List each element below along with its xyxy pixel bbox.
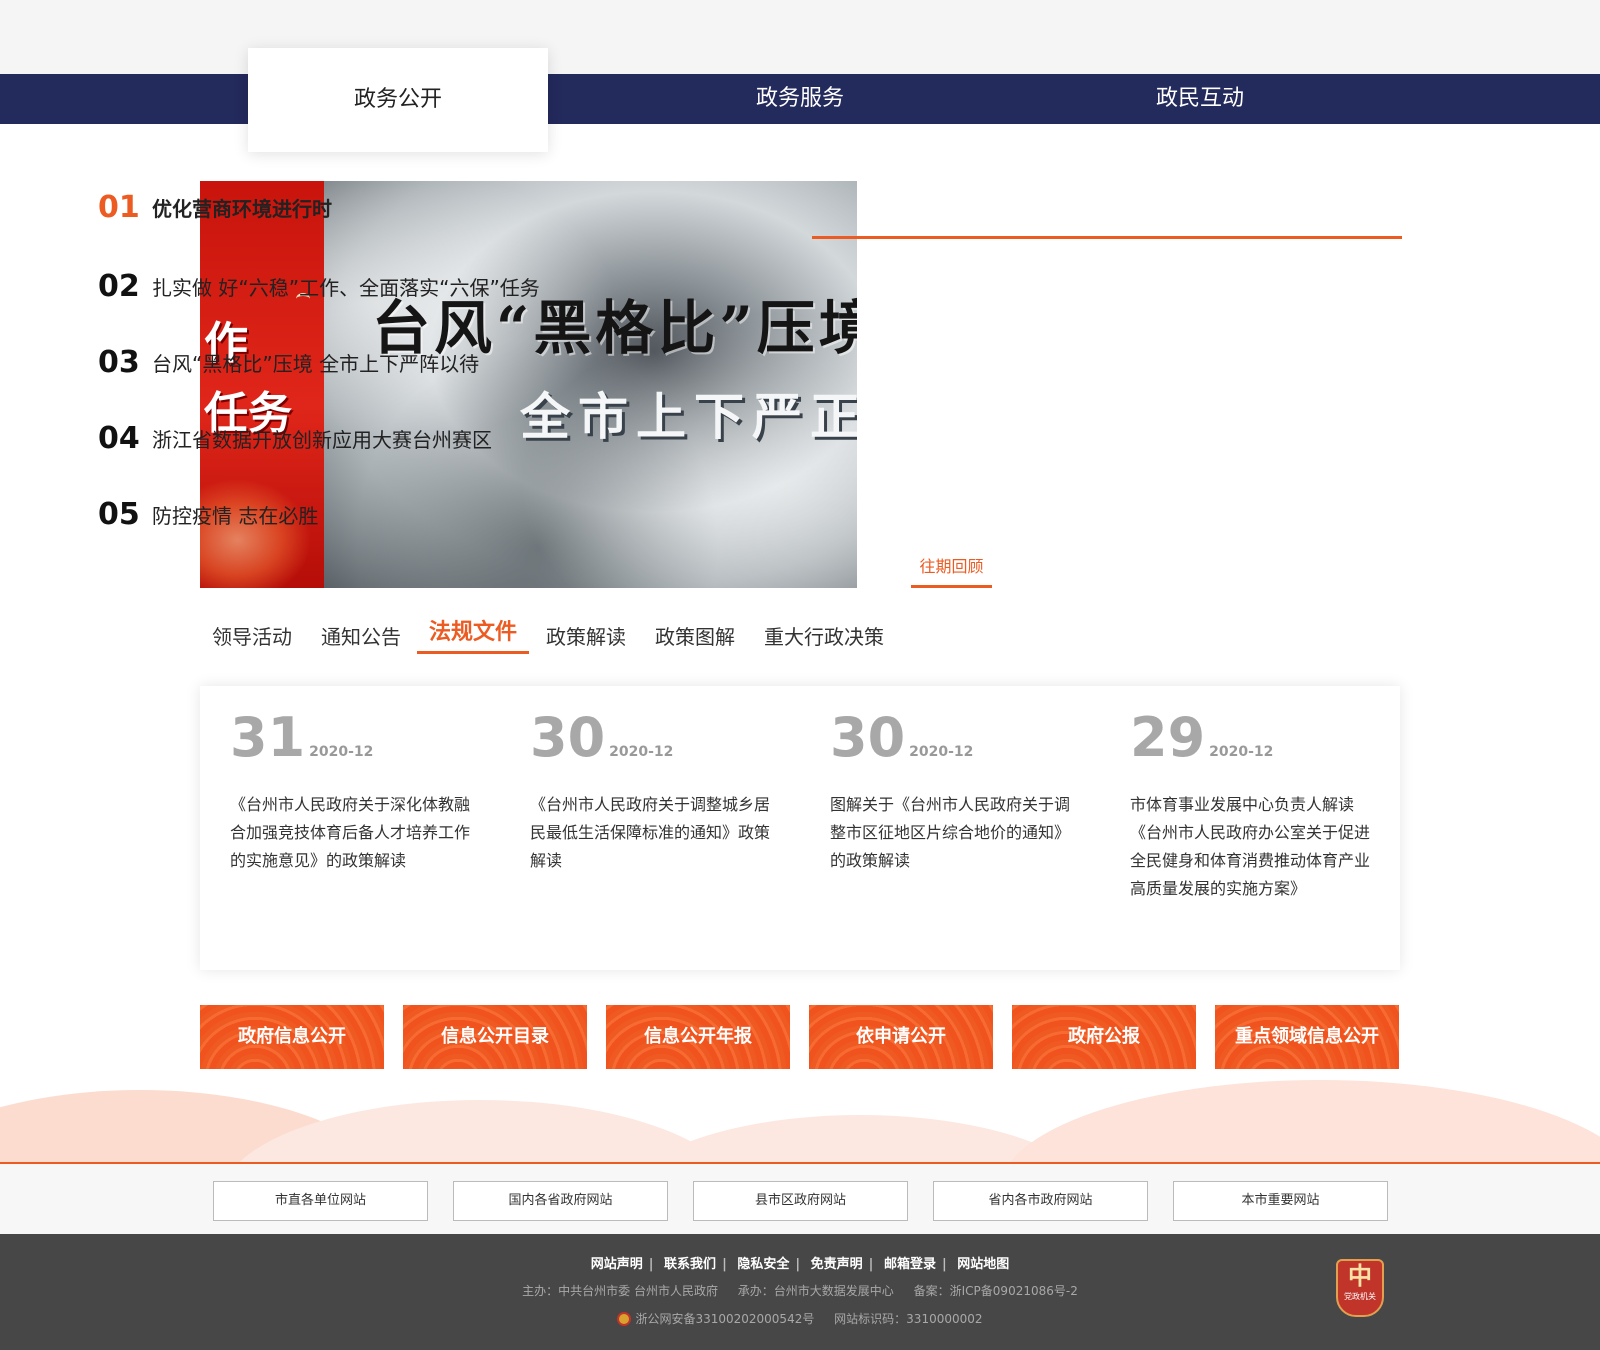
card-title: 《台州市人民政府关于调整城乡居民最低生活保障标准的通知》政策解读 xyxy=(530,795,771,870)
banner-storm-photo: 台风“黑格比”压境 全市上下严正以 xyxy=(324,181,857,588)
page: 政务公开 政务服务 政民互动 作 任务 台风“黑格比”压境 全市上下严正以 01… xyxy=(0,0,1600,1350)
nav-tab-interaction[interactable]: 政民互动 xyxy=(1050,74,1350,124)
card-title: 《台州市人民政府关于深化体教融合加强竞技体育后备人才培养工作的实施意见》的政策解… xyxy=(230,795,471,870)
footer-link-statement[interactable]: 网站声明 xyxy=(585,1257,649,1272)
footer-link-sitemap[interactable]: 网站地图 xyxy=(951,1257,1015,1272)
footer-undertaker: 承办：台州市大数据发展中心 xyxy=(737,1284,894,1298)
article-card[interactable]: 31 2020-12 《台州市人民政府关于深化体教融合加强竞技体育后备人才培养工作… xyxy=(200,686,500,970)
card-day: 31 xyxy=(230,706,306,769)
tab-policy-graphics[interactable]: 政策图解 xyxy=(643,622,747,658)
headline-item-3[interactable]: 03 台风“黑格比”压境 全市上下严阵以待 xyxy=(98,345,479,380)
card-year-month: 2020-12 xyxy=(1209,744,1274,760)
headline-title: 防控疫情 志在必胜 xyxy=(152,504,319,528)
headline-number: 04 xyxy=(98,421,140,456)
county-gov-sites-dropdown[interactable]: 县市区政府网站 xyxy=(693,1181,908,1221)
card-day: 30 xyxy=(530,706,606,769)
headline-number: 02 xyxy=(98,269,140,304)
card-day: 30 xyxy=(830,706,906,769)
card-year-month: 2020-12 xyxy=(609,744,674,760)
article-card[interactable]: 30 2020-12 图解关于《台州市人民政府关于调整市区征地区片综合地价的通知》… xyxy=(800,686,1100,970)
police-badge-icon xyxy=(617,1312,632,1326)
headline-title: 浙江省数据开放创新应用大赛台州赛区 xyxy=(152,428,492,452)
footer-site-code: 网站标识码：3310000002 xyxy=(834,1312,983,1326)
tab-leader-activities[interactable]: 领导活动 xyxy=(200,622,304,658)
footer-link-mail-login[interactable]: 邮箱登录 xyxy=(878,1257,942,1272)
article-card[interactable]: 29 2020-12 市体育事业发展中心负责人解读《台州市人民政府办公室关于促进全… xyxy=(1100,686,1400,970)
party-gov-badge-icon[interactable]: 中 党政机关 xyxy=(1336,1259,1384,1317)
city-gov-sites-dropdown[interactable]: 省内各市政府网站 xyxy=(933,1181,1148,1221)
footer-link-contact[interactable]: 联系我们 xyxy=(658,1257,722,1272)
article-card[interactable]: 30 2020-12 《台州市人民政府关于调整城乡居民最低生活保障标准的通知》政策… xyxy=(500,686,800,970)
footer-icp[interactable]: 备案：浙ICP备09021086号-2 xyxy=(914,1284,1078,1298)
headline-number: 03 xyxy=(98,345,140,380)
headline-number: 01 xyxy=(98,190,140,225)
headline-item-2[interactable]: 02 扎实做 好“六稳”工作、全面落实“六保”任务 xyxy=(98,269,540,304)
nav-tab-gov-services[interactable]: 政务服务 xyxy=(650,74,950,124)
important-sites-dropdown[interactable]: 本市重要网站 xyxy=(1173,1181,1388,1221)
provincial-gov-sites-dropdown[interactable]: 国内各省政府网站 xyxy=(453,1181,668,1221)
article-card-panel: 31 2020-12 《台州市人民政府关于深化体教融合加强竞技体育后备人才培养工作… xyxy=(200,686,1400,970)
card-year-month: 2020-12 xyxy=(309,744,374,760)
headline-title: 扎实做 好“六稳”工作、全面落实“六保”任务 xyxy=(152,276,540,300)
top-strip xyxy=(0,0,1600,74)
headline-title: 台风“黑格比”压境 全市上下严阵以待 xyxy=(152,352,480,376)
card-title: 图解关于《台州市人民政府关于调整市区征地区片综合地价的通知》的政策解读 xyxy=(830,795,1071,870)
tab-regulations[interactable]: 法规文件 xyxy=(417,618,530,654)
banner-subtitle: 全市上下严正以 xyxy=(520,387,857,446)
card-year-month: 2020-12 xyxy=(909,744,974,760)
headline-item-1[interactable]: 01 优化营商环境进行时 xyxy=(98,190,332,225)
footer-police-record[interactable]: 浙公网安备33100202000542号 xyxy=(617,1312,814,1326)
past-review-link[interactable]: 往期回顾 xyxy=(911,553,992,588)
footer-host: 主办：中共台州市委 台州市人民政府 xyxy=(522,1284,718,1298)
headline-number: 05 xyxy=(98,497,140,532)
headline-item-5[interactable]: 05 防控疫情 志在必胜 xyxy=(98,497,318,532)
decorative-hills xyxy=(0,1060,1600,1164)
tab-major-decisions[interactable]: 重大行政决策 xyxy=(752,622,896,658)
footer-link-privacy[interactable]: 隐私安全 xyxy=(731,1257,795,1272)
card-title: 市体育事业发展中心负责人解读《台州市人民政府办公室关于促进全民健身和体育消费推动… xyxy=(1130,795,1371,898)
headline-title: 优化营商环境进行时 xyxy=(152,197,332,221)
tab-policy-interpretation[interactable]: 政策解读 xyxy=(534,622,638,658)
badge-label: 党政机关 xyxy=(1344,1292,1376,1301)
headline-active-underline xyxy=(812,236,1402,239)
headline-item-4[interactable]: 04 浙江省数据开放创新应用大赛台州赛区 xyxy=(98,421,492,456)
tab-notices[interactable]: 通知公告 xyxy=(309,622,413,658)
nav-tab-open-affairs[interactable]: 政务公开 xyxy=(248,48,548,152)
footer-link-disclaimer[interactable]: 免责声明 xyxy=(805,1257,869,1272)
card-day: 29 xyxy=(1130,706,1206,769)
city-units-sites-dropdown[interactable]: 市直各单位网站 xyxy=(213,1181,428,1221)
